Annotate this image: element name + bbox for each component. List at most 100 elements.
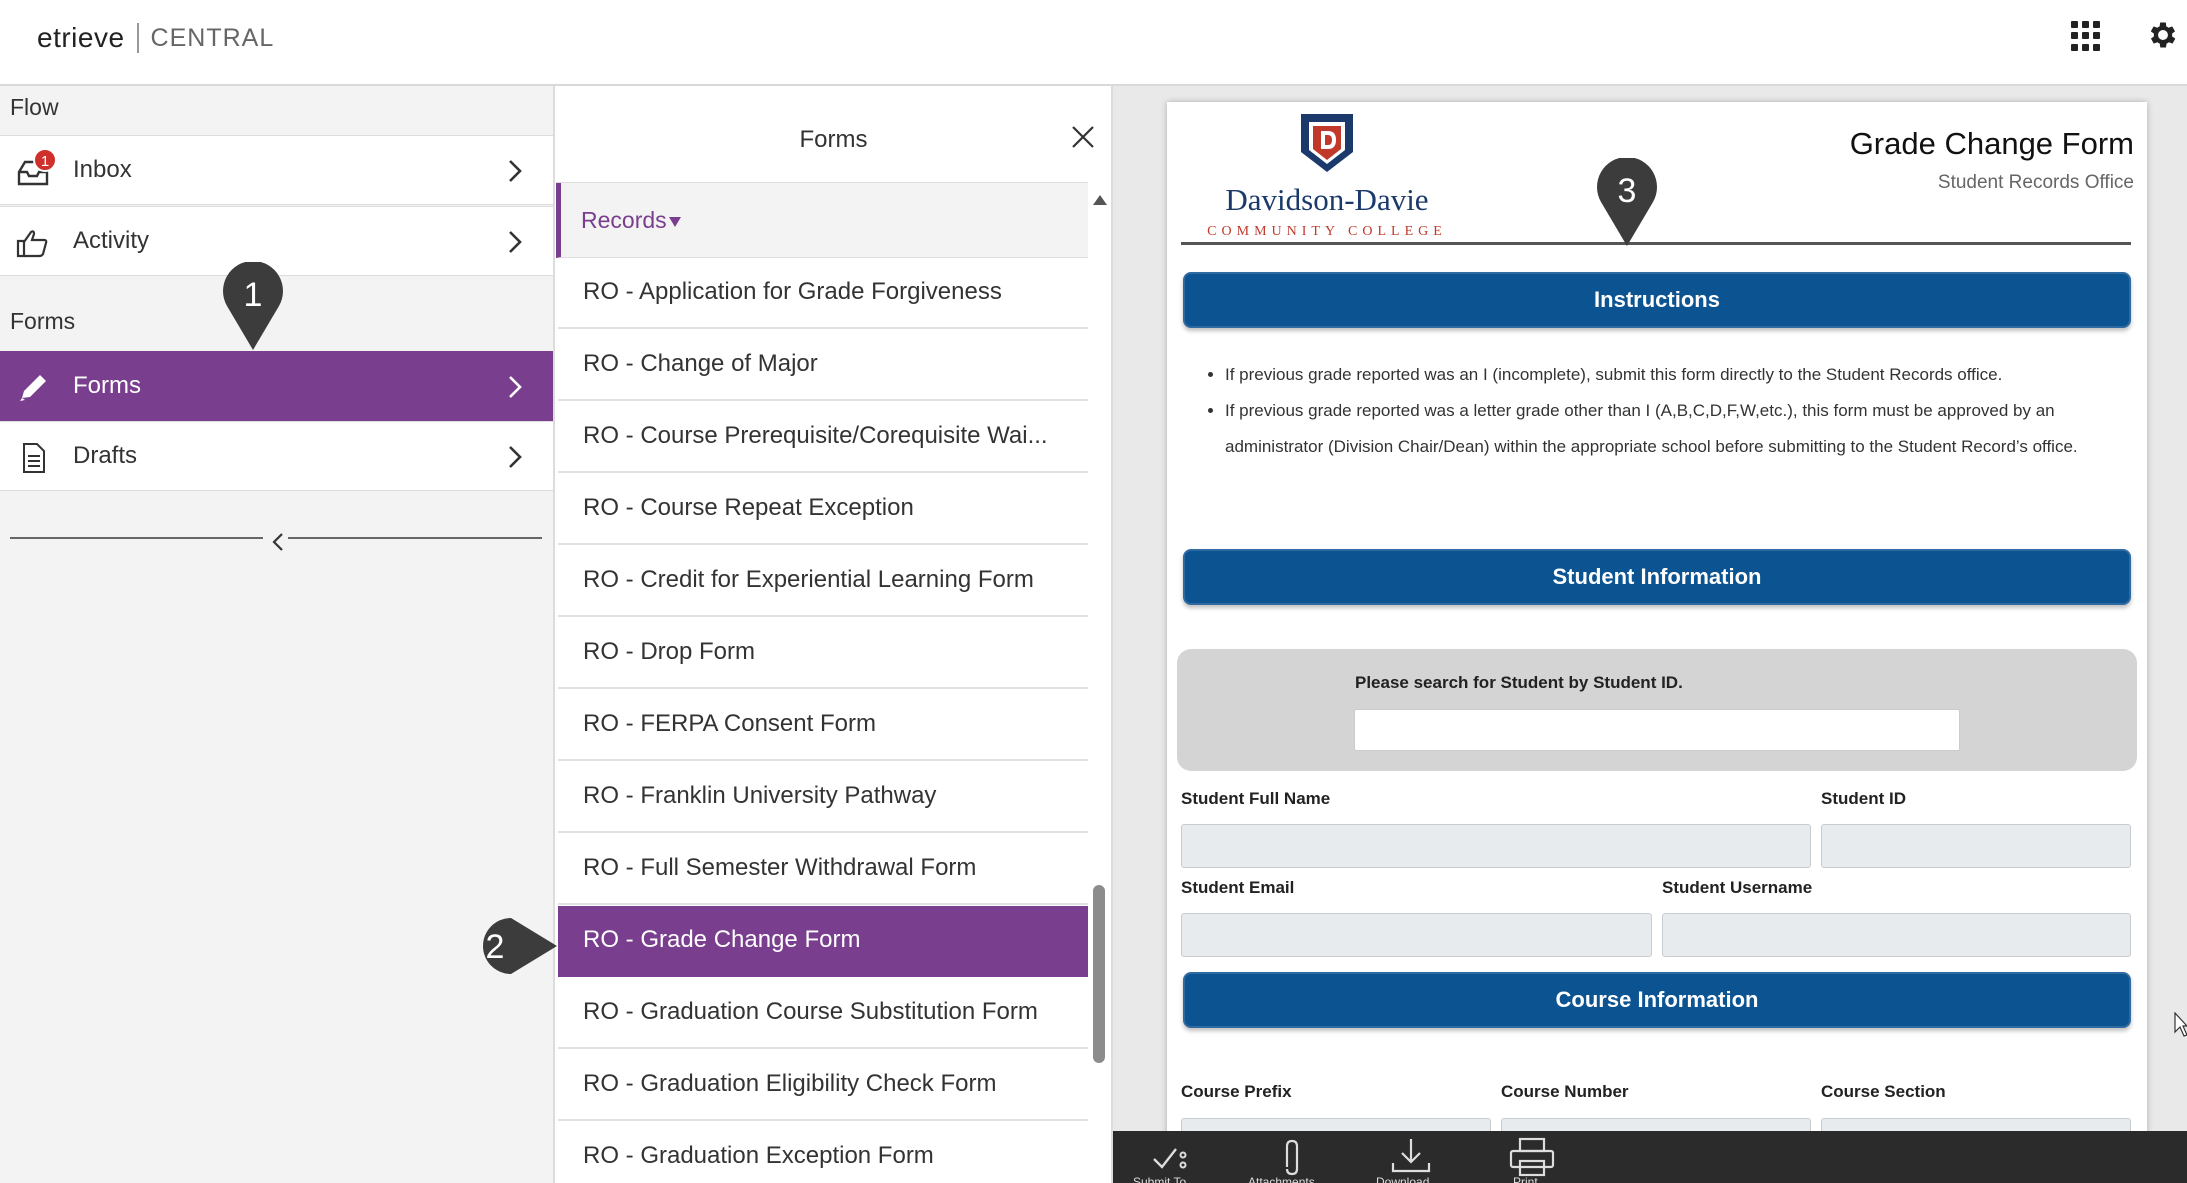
forms-list-scrollbar-thumb[interactable] [1093, 885, 1105, 1063]
document-toolbar: Submit To... Attachments Download Print [1113, 1131, 2187, 1183]
annotation-marker-3: 3 [1597, 158, 1657, 246]
form-list-item-label: RO - Graduation Course Substitution Form [583, 998, 1038, 1025]
thumbs-up-icon [16, 230, 48, 258]
form-list-item-label: RO - Course Repeat Exception [583, 494, 914, 521]
attachments-label: Attachments [1248, 1175, 1315, 1183]
top-bar: etrieve CENTRAL [0, 0, 2187, 86]
printer-icon [1509, 1137, 1555, 1177]
student-email-label: Student Email [1181, 878, 1295, 897]
student-search-box: Please search for Student by Student ID. [1177, 649, 2137, 771]
collapse-sidebar-icon[interactable] [268, 530, 288, 554]
logo-separator [136, 23, 139, 53]
course-prefix-label: Course Prefix [1181, 1082, 1292, 1101]
annotation-marker-1: 1 [223, 262, 283, 350]
close-icon[interactable] [1068, 122, 1098, 152]
annotation-marker-1-label: 1 [244, 276, 263, 314]
student-full-name-label: Student Full Name [1181, 789, 1331, 808]
form-list-item[interactable]: RO - Graduation Course Substitution Form [558, 978, 1088, 1049]
apps-grid-icon[interactable] [2071, 21, 2101, 51]
sidebar-divider-left [10, 537, 263, 539]
app-logo-product: CENTRAL [150, 23, 275, 52]
instructions-list: If previous grade reported was an I (inc… [1207, 357, 2127, 465]
download-label: Download [1376, 1175, 1430, 1183]
form-document: Davidson-Davie COMMUNITY COLLEGE Grade C… [1167, 102, 2147, 1152]
form-list-item-label: RO - Credit for Experiential Learning Fo… [583, 566, 1034, 593]
sidebar-item-label: Forms [73, 372, 141, 399]
forms-panel-title: Forms [799, 126, 868, 153]
document-icon [23, 443, 45, 473]
chevron-right-icon [509, 376, 522, 398]
scroll-up-arrow-icon[interactable] [1093, 195, 1107, 205]
mouse-cursor-icon [2174, 1012, 2187, 1037]
records-category-dropdown[interactable]: Records [556, 183, 1088, 258]
form-list-item-label: RO - Change of Major [583, 350, 818, 377]
student-id-search-input[interactable] [1354, 709, 1960, 751]
form-list-item-selected[interactable]: RO - Grade Change Form [558, 906, 1088, 977]
student-full-name-field[interactable] [1181, 824, 1811, 868]
student-email-field[interactable] [1181, 913, 1652, 957]
pencil-icon [20, 375, 46, 401]
form-list-item[interactable]: RO - Graduation Exception Form [558, 1122, 1088, 1183]
form-list-item[interactable]: RO - Drop Form [558, 618, 1088, 689]
form-list-item-label: RO - Grade Change Form [583, 926, 861, 953]
course-section-label: Course Section [1821, 1082, 1946, 1101]
college-shield-icon [1301, 114, 1353, 172]
course-info-section-header: Course Information [1183, 972, 2131, 1028]
forms-section-label: Forms [10, 308, 76, 334]
form-list-item-label: RO - Graduation Exception Form [583, 1142, 934, 1169]
form-list-item[interactable]: RO - Graduation Eligibility Check Form [558, 1050, 1088, 1121]
form-list-item-label: RO - FERPA Consent Form [583, 710, 876, 737]
document-viewer: Davidson-Davie COMMUNITY COLLEGE Grade C… [1113, 86, 2187, 1183]
chevron-right-icon [509, 160, 522, 182]
form-list-item[interactable]: RO - Change of Major [558, 330, 1088, 401]
form-list-item-label: RO - Franklin University Pathway [583, 782, 937, 809]
form-list-item[interactable]: RO - Franklin University Pathway [558, 762, 1088, 833]
annotation-marker-2-label: 2 [486, 928, 505, 966]
student-search-label: Please search for Student by Student ID. [1355, 673, 1683, 692]
student-info-section-header: Student Information [1183, 549, 2131, 605]
student-id-label: Student ID [1821, 789, 1906, 808]
college-subtitle: COMMUNITY COLLEGE [1207, 224, 1447, 239]
form-list-item[interactable]: RO - FERPA Consent Form [558, 690, 1088, 761]
forms-panel: Forms Records RO - Application for Grade… [556, 86, 1113, 1183]
sidebar-item-label: Activity [73, 227, 150, 254]
submit-to-label: Submit To... [1133, 1175, 1197, 1183]
sidebar-item-forms[interactable]: Forms [0, 351, 553, 421]
download-icon [1391, 1139, 1431, 1173]
form-list-item-label: RO - Drop Form [583, 638, 756, 665]
sidebar-item-label: Inbox [73, 156, 132, 183]
form-title: Grade Change Form [1849, 126, 2134, 161]
form-list-item-label: RO - Full Semester Withdrawal Form [583, 854, 977, 881]
sidebar-item-drafts[interactable]: Drafts [0, 421, 553, 491]
form-list-item[interactable]: RO - Course Prerequisite/Corequisite Wai… [558, 402, 1088, 473]
form-list-item[interactable]: RO - Course Repeat Exception [558, 474, 1088, 545]
sidebar-item-label: Drafts [73, 442, 138, 469]
form-subtitle: Student Records Office [1937, 172, 2134, 193]
student-username-field[interactable] [1662, 913, 2131, 957]
app-logo[interactable]: etrieve CENTRAL [37, 22, 274, 54]
app-logo-brand: etrieve [37, 22, 125, 53]
caret-down-icon [669, 217, 681, 227]
instructions-section-header: Instructions [1183, 272, 2131, 328]
gear-icon[interactable] [2146, 18, 2180, 52]
sidebar-item-inbox[interactable]: 1 Inbox [0, 135, 553, 205]
instruction-item: If previous grade reported was an I (inc… [1225, 357, 2127, 393]
print-label: Print [1513, 1175, 1538, 1183]
form-list-item-label: RO - Application for Grade Forgiveness [583, 278, 1002, 305]
chevron-right-icon [509, 446, 522, 468]
chevron-right-icon [509, 231, 522, 253]
forms-list: Records RO - Application for Grade Forgi… [556, 182, 1088, 1183]
instruction-item: If previous grade reported was a letter … [1225, 393, 2127, 465]
paperclip-icon [1285, 1139, 1299, 1176]
sidebar-divider-right [288, 537, 542, 539]
inbox-count-badge: 1 [33, 148, 57, 172]
records-category-label: Records [581, 207, 667, 233]
check-list-icon [1153, 1148, 1187, 1169]
form-list-item[interactable]: RO - Full Semester Withdrawal Form [558, 834, 1088, 905]
flow-section-label: Flow [10, 94, 59, 120]
form-list-item-label: RO - Graduation Eligibility Check Form [583, 1070, 997, 1097]
form-list-item[interactable]: RO - Credit for Experiential Learning Fo… [558, 546, 1088, 617]
student-id-field[interactable] [1821, 824, 2131, 868]
form-list-item[interactable]: RO - Application for Grade Forgiveness [558, 258, 1088, 329]
college-name: Davidson-Davie [1225, 182, 1429, 217]
